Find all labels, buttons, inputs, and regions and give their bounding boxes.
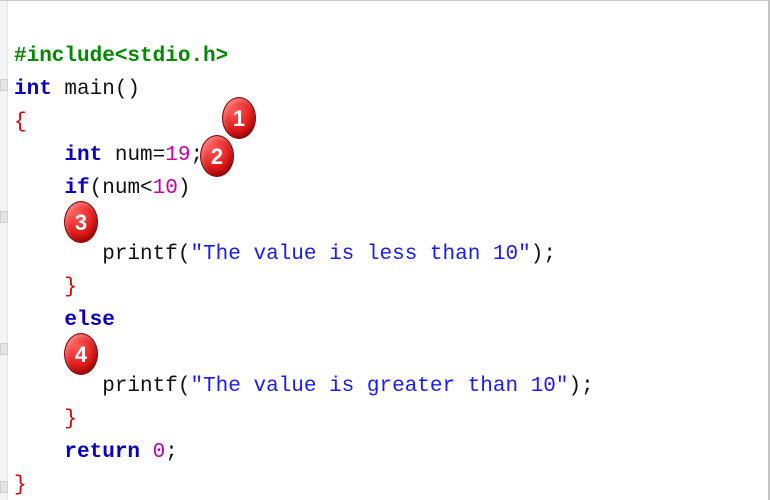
fold-marker (0, 343, 8, 355)
code-editor-frame: #include<stdio.h> int main() { int num=1… (0, 0, 770, 500)
indent (14, 375, 102, 398)
literal-10: 10 (153, 177, 178, 200)
var-decl: num= (102, 144, 165, 167)
fold-marker (0, 481, 8, 493)
kw-else: else (64, 309, 114, 332)
brace-close: } (64, 276, 77, 299)
string-literal-greater: "The value is greater than 10" (190, 375, 568, 398)
paren-close: ); (569, 375, 594, 398)
fold-marker (0, 79, 8, 91)
preprocessor-include: #include (14, 45, 115, 68)
indent (14, 408, 64, 431)
indent (14, 243, 102, 266)
fn-printf: printf (102, 375, 178, 398)
literal-0: 0 (153, 441, 166, 464)
indent (14, 441, 64, 464)
semicolon: ; (190, 144, 203, 167)
paren: () (115, 78, 140, 101)
space (140, 441, 153, 464)
indent (14, 276, 64, 299)
cond-open: (num< (90, 177, 153, 200)
literal-19: 19 (165, 144, 190, 167)
gutter (0, 1, 8, 500)
indent (14, 177, 64, 200)
string-literal-less: "The value is less than 10" (190, 243, 530, 266)
brace-open: { (64, 342, 77, 365)
indent (14, 144, 64, 167)
fn-printf: printf (102, 243, 178, 266)
kw-if: if (64, 177, 89, 200)
brace-close: } (14, 474, 27, 497)
fold-marker (0, 211, 8, 223)
kw-int: int (14, 78, 52, 101)
cond-close: ) (178, 177, 191, 200)
indent (14, 309, 64, 332)
kw-return: return (64, 441, 140, 464)
brace-open: { (14, 111, 27, 134)
paren-open: ( (178, 243, 191, 266)
brace-open: { (64, 210, 77, 233)
paren-close: ); (531, 243, 556, 266)
semicolon: ; (165, 441, 178, 464)
paren-open: ( (178, 375, 191, 398)
indent (14, 210, 64, 233)
brace-close: } (64, 408, 77, 431)
kw-int: int (64, 144, 102, 167)
header-name: <stdio.h> (115, 45, 228, 68)
indent (14, 342, 64, 365)
fn-main: main (52, 78, 115, 101)
code-block: #include<stdio.h> int main() { int num=1… (14, 7, 594, 500)
